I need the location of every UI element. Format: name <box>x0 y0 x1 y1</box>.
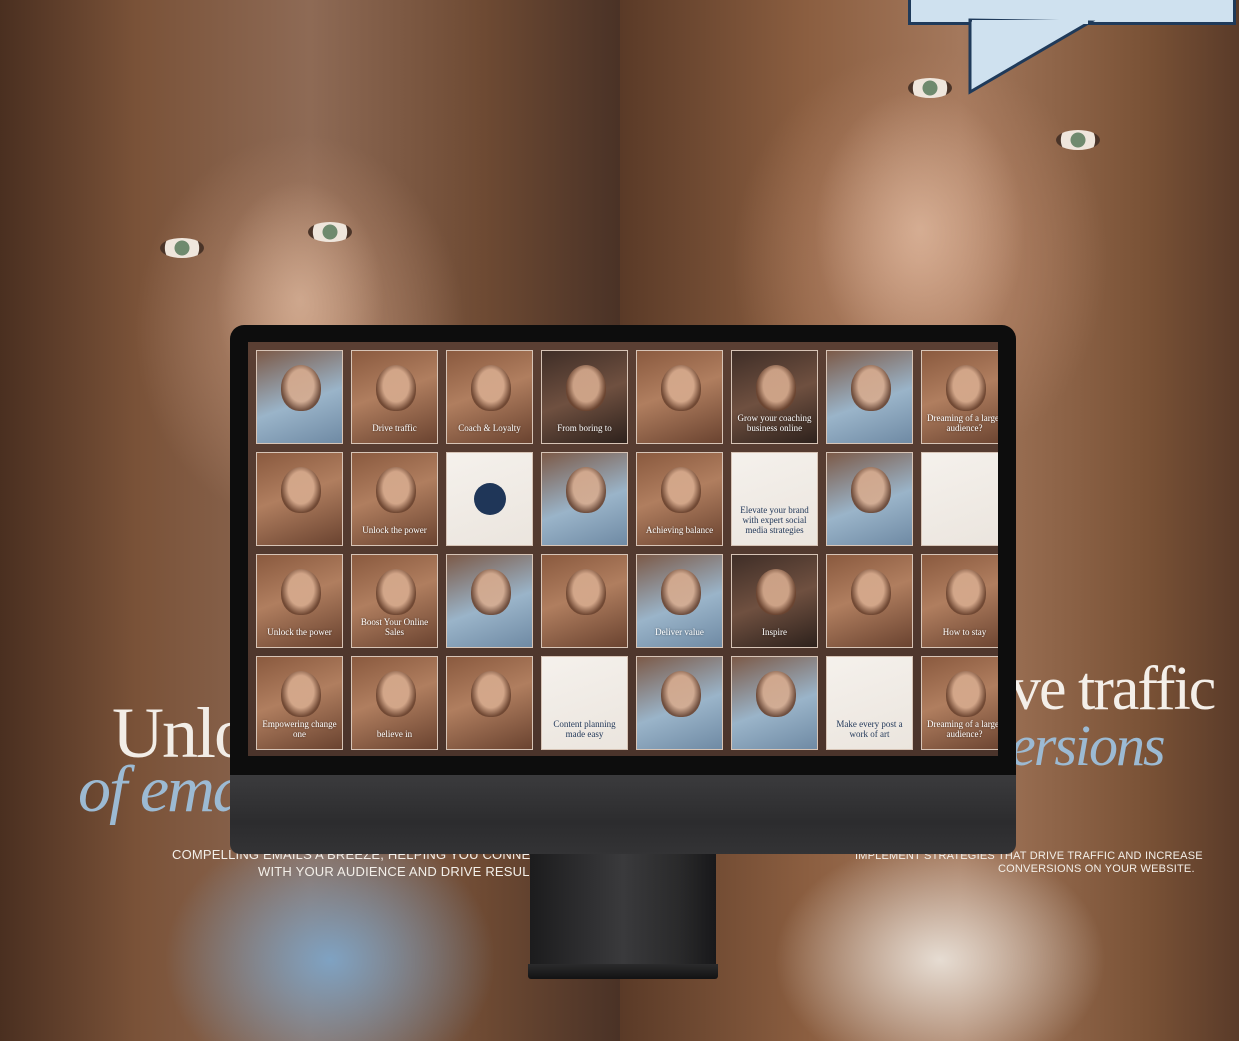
tile-caption: Dreaming of a larger audience? <box>926 719 998 739</box>
preview-tile <box>446 656 533 750</box>
monitor: Drive traffic Coach & Loyalty From boring … <box>230 325 1016 854</box>
tile-caption: From boring to <box>557 423 612 433</box>
portrait-shape <box>376 569 416 615</box>
preview-tile: Unlock the power <box>351 452 438 546</box>
portrait-shape <box>946 569 986 615</box>
preview-tile: From boring to <box>541 350 628 444</box>
portrait-shape <box>756 671 796 717</box>
subtext-left-line2: WITH YOUR AUDIENCE AND DRIVE RESUL <box>258 864 530 879</box>
portrait-shape <box>946 365 986 411</box>
preview-tile <box>636 350 723 444</box>
portrait-shape <box>661 467 701 513</box>
preview-tile <box>636 656 723 750</box>
preview-tile: Dreaming of a larger audience? <box>921 656 998 750</box>
monitor-stand-base <box>528 964 718 979</box>
preview-tile: Unlock the power <box>256 554 343 648</box>
tile-caption: Elevate your brand with expert social me… <box>740 505 809 535</box>
tile-caption: Make every post a work of art <box>836 719 903 739</box>
portrait-shape <box>376 467 416 513</box>
preview-tile <box>446 554 533 648</box>
circle-badge-icon <box>474 483 506 515</box>
preview-tile: Inspire <box>731 554 818 648</box>
eye-shape <box>160 238 204 258</box>
monitor-stand <box>530 854 716 964</box>
preview-tile: Deliver value <box>636 554 723 648</box>
preview-tile <box>446 452 533 546</box>
preview-tile: Content planning made easy <box>541 656 628 750</box>
preview-tile <box>256 452 343 546</box>
portrait-shape <box>376 365 416 411</box>
preview-tile: Grow your coaching business online <box>731 350 818 444</box>
preview-tile: Drive traffic <box>351 350 438 444</box>
portrait-shape <box>946 671 986 717</box>
headline-right-line2: ersions <box>1010 713 1166 778</box>
eye-shape <box>1056 130 1100 150</box>
portrait-shape <box>281 365 321 411</box>
preview-tile: Boost Your Online Sales <box>351 554 438 648</box>
portrait-shape <box>661 365 701 411</box>
tile-caption: Drive traffic <box>372 423 417 433</box>
tile-caption: believe in <box>376 729 413 739</box>
preview-tile: How to stay <box>921 554 998 648</box>
preview-tile <box>541 452 628 546</box>
tile-caption: Inspire <box>762 627 787 637</box>
callout-tail-icon <box>968 18 1096 95</box>
portrait-shape <box>661 569 701 615</box>
portrait-shape <box>851 569 891 615</box>
tile-caption: Dreaming of a larger audience? <box>926 413 998 433</box>
portrait-shape <box>851 467 891 513</box>
preview-tile <box>256 350 343 444</box>
preview-tile: Elevate your brand with expert social me… <box>731 452 818 546</box>
tile-caption: Unlock the power <box>362 525 427 535</box>
headline-left-line2: of ema <box>78 753 246 826</box>
subtext-right-line2: CONVERSIONS ON YOUR WEBSITE. <box>998 863 1195 875</box>
preview-tile: Achieving balance <box>636 452 723 546</box>
portrait-shape <box>471 671 511 717</box>
preview-tile: Dreaming of a larger audience? <box>921 350 998 444</box>
preview-tile <box>826 554 913 648</box>
portrait-shape <box>281 467 321 513</box>
portrait-shape <box>281 671 321 717</box>
monitor-chin <box>230 775 1016 854</box>
portrait-shape <box>376 671 416 717</box>
canvas: Unlo of ema ve traffic ersions COMPELLIN… <box>0 0 1239 1041</box>
portrait-shape <box>851 365 891 411</box>
portrait-shape <box>471 569 511 615</box>
preview-tile <box>826 452 913 546</box>
tile-grid: Drive traffic Coach & Loyalty From boring … <box>256 350 998 750</box>
portrait-shape <box>756 569 796 615</box>
tile-caption: Deliver value <box>655 627 704 637</box>
preview-tile <box>731 656 818 750</box>
tile-caption: Coach & Loyalty <box>458 423 521 433</box>
portrait-shape <box>756 365 796 411</box>
portrait-shape <box>281 569 321 615</box>
portrait-shape <box>566 467 606 513</box>
preview-tile <box>826 350 913 444</box>
portrait-shape <box>471 365 511 411</box>
eye-shape <box>308 222 352 242</box>
preview-tile: Coach & Loyalty <box>446 350 533 444</box>
monitor-bezel: Drive traffic Coach & Loyalty From boring … <box>230 325 1016 775</box>
portrait-shape <box>566 569 606 615</box>
tile-caption: Grow your coaching business online <box>737 413 812 433</box>
preview-tile: believe in <box>351 656 438 750</box>
preview-tile: Make every post a work of art <box>826 656 913 750</box>
tile-caption: Content planning made easy <box>553 719 616 739</box>
preview-tile <box>541 554 628 648</box>
portrait-shape <box>566 365 606 411</box>
tile-caption: Empowering change one <box>262 719 337 739</box>
preview-tile: Empowering change one <box>256 656 343 750</box>
portrait-shape <box>661 671 701 717</box>
tile-caption: How to stay <box>942 627 987 637</box>
preview-tile <box>921 452 998 546</box>
monitor-screen: Drive traffic Coach & Loyalty From boring … <box>248 342 998 756</box>
tile-caption: Unlock the power <box>267 627 332 637</box>
tile-caption: Achieving balance <box>645 525 714 535</box>
tile-caption: Boost Your Online Sales <box>360 617 429 637</box>
